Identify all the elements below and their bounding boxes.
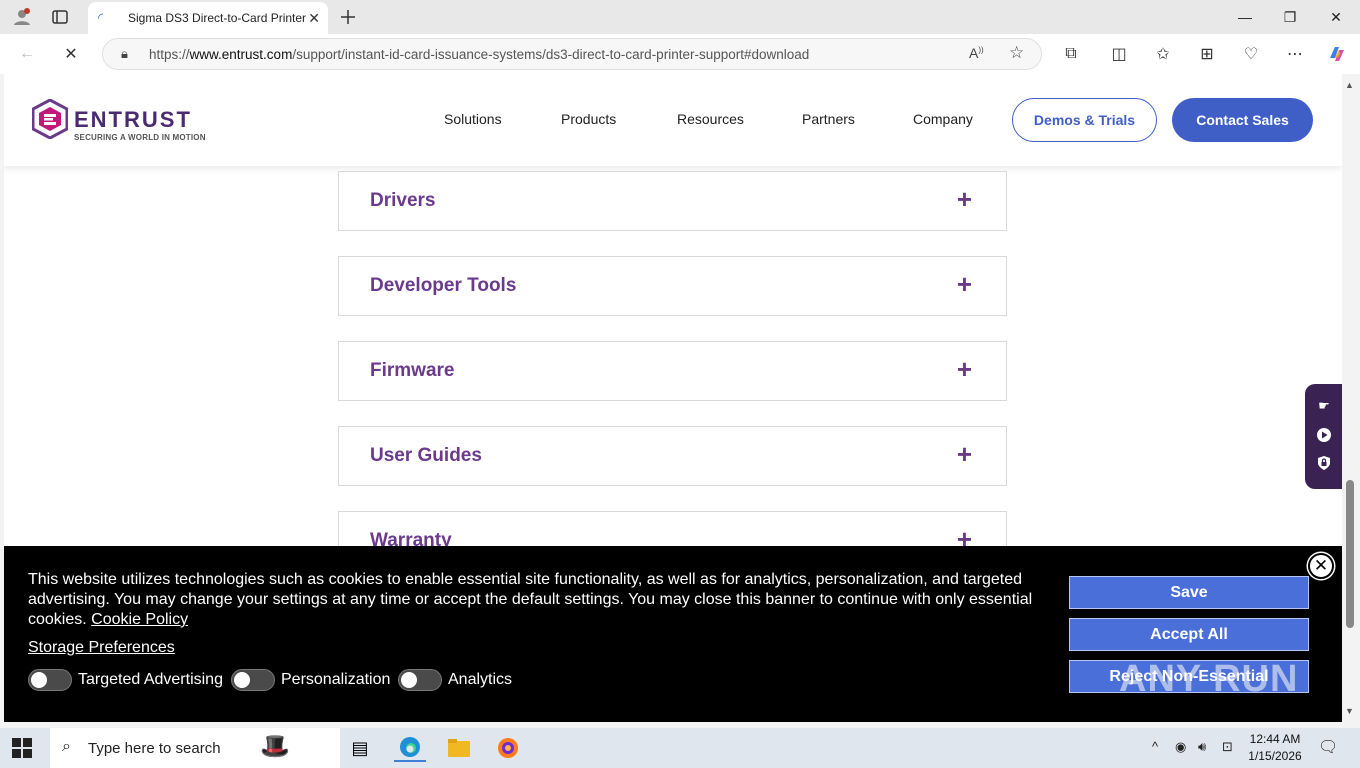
toggle-switch[interactable]: [28, 669, 72, 691]
hand-pointer-icon[interactable]: ☛: [1316, 398, 1332, 414]
scroll-up-icon[interactable]: ▲: [1345, 80, 1354, 90]
page-scrollbar[interactable]: ▲ ▼: [1342, 74, 1360, 722]
taskbar-search[interactable]: ⌕ Type here to search 🎩: [50, 728, 340, 768]
tab-actions-icon[interactable]: [46, 5, 74, 29]
clock-time: 12:44 AM: [1249, 732, 1301, 746]
demos-trials-button[interactable]: Demos & Trials: [1012, 98, 1157, 142]
shield-lock-icon[interactable]: [1316, 455, 1332, 471]
split-screen-icon[interactable]: ◫: [1104, 40, 1134, 68]
stop-loading-icon[interactable]: ✕: [56, 40, 86, 68]
toggle-label: Personalization: [281, 671, 391, 688]
accordion-label: User Guides: [370, 445, 482, 466]
collections-icon[interactable]: ⊞: [1192, 40, 1222, 68]
new-tab-icon[interactable]: [334, 5, 362, 29]
address-bar[interactable]: 🔒︎ https://www.entrust.com/support/insta…: [102, 38, 1042, 70]
browser-essentials-icon[interactable]: ♡: [1236, 40, 1266, 68]
lock-icon[interactable]: 🔒︎: [121, 46, 128, 62]
url-prefix: https://: [149, 46, 190, 62]
site-header: ENTRUST SECURING A WORLD IN MOTION Solut…: [4, 74, 1342, 166]
nav-products[interactable]: Products: [561, 111, 616, 127]
nav-solutions[interactable]: Solutions: [444, 111, 502, 127]
expand-plus-icon[interactable]: +: [957, 354, 972, 385]
url-path: /support/instant-id-card-issuance-system…: [292, 46, 810, 62]
edge-taskbar-icon[interactable]: [394, 734, 426, 762]
search-placeholder: Type here to search: [88, 739, 221, 757]
toggle-targeted-advertising[interactable]: Targeted Advertising: [28, 669, 223, 691]
search-highlight-icon: 🎩: [260, 733, 290, 760]
expand-plus-icon[interactable]: +: [957, 184, 972, 215]
windows-start-icon[interactable]: [12, 738, 32, 758]
toggle-label: Targeted Advertising: [78, 671, 223, 688]
nav-partners[interactable]: Partners: [802, 111, 855, 127]
accept-all-button[interactable]: Accept All: [1069, 618, 1309, 651]
windows-taskbar: ⌕ Type here to search 🎩 ▤ ^ ◉ 🔊︎ ⊡ 12:44…: [0, 728, 1360, 768]
nav-resources[interactable]: Resources: [677, 111, 744, 127]
accordion-label: Drivers: [370, 190, 436, 211]
entrust-logo-icon[interactable]: [32, 99, 68, 139]
restore-icon[interactable]: ❐: [1270, 4, 1310, 30]
profile-icon[interactable]: [8, 5, 36, 29]
window-close-icon[interactable]: ✕: [1316, 4, 1356, 30]
clock-date: 1/15/2026: [1248, 749, 1302, 763]
loading-favicon-icon: ◜: [98, 10, 104, 25]
notifications-icon[interactable]: 🗨︎: [1318, 737, 1338, 757]
anyrun-watermark: ANY RUN: [1119, 658, 1299, 700]
cookie-message: This website utilizes technologies such …: [28, 570, 1038, 630]
favorite-star-icon[interactable]: ☆: [1009, 43, 1024, 63]
firefox-icon[interactable]: [492, 734, 524, 762]
tab-active[interactable]: ◜ Sigma DS3 Direct-to-Card Printer ✕: [88, 2, 328, 34]
side-action-widget: ☛: [1305, 384, 1342, 489]
accordion-user-guides[interactable]: User Guides +: [338, 426, 1007, 486]
accordion-label: Developer Tools: [370, 275, 517, 296]
minimize-icon[interactable]: —: [1225, 4, 1265, 30]
volume-icon[interactable]: 🔊︎: [1198, 739, 1206, 755]
cookie-policy-link[interactable]: Cookie Policy: [91, 611, 188, 628]
toggle-analytics[interactable]: Analytics: [398, 669, 512, 691]
extensions-icon[interactable]: ⧉: [1056, 40, 1086, 68]
toggle-personalization[interactable]: Personalization: [231, 669, 390, 691]
expand-plus-icon[interactable]: +: [957, 439, 972, 470]
tray-chevron-icon[interactable]: ^: [1152, 739, 1158, 754]
cookie-banner: This website utilizes technologies such …: [4, 546, 1342, 722]
back-icon[interactable]: ←: [12, 40, 42, 68]
network-icon[interactable]: ⊡: [1222, 739, 1233, 755]
url-host: www.entrust.com: [189, 46, 293, 62]
favorites-icon[interactable]: ✩: [1148, 40, 1178, 68]
accordion-label: Firmware: [370, 360, 455, 381]
brand-tagline: SECURING A WORLD IN MOTION: [74, 133, 206, 142]
browser-toolbar: ← ✕ 🔒︎ https://www.entrust.com/support/i…: [0, 34, 1360, 74]
browser-tab-bar: ◜ Sigma DS3 Direct-to-Card Printer ✕ — ❐…: [0, 0, 1360, 34]
toggle-label: Analytics: [448, 671, 513, 688]
page-viewport: ENTRUST SECURING A WORLD IN MOTION Solut…: [4, 74, 1342, 722]
file-explorer-icon[interactable]: [443, 734, 475, 762]
scroll-thumb[interactable]: [1346, 480, 1354, 628]
storage-preferences-link[interactable]: Storage Preferences: [28, 639, 175, 657]
more-menu-icon[interactable]: ⋯: [1280, 40, 1310, 68]
accordion-drivers[interactable]: Drivers +: [338, 171, 1007, 231]
nav-company[interactable]: Company: [913, 111, 973, 127]
read-aloud-icon[interactable]: A)): [969, 45, 984, 61]
cookie-close-icon[interactable]: ✕: [1308, 553, 1334, 579]
scroll-down-icon[interactable]: ▼: [1345, 706, 1354, 716]
expand-plus-icon[interactable]: +: [957, 269, 972, 300]
toggle-switch[interactable]: [398, 669, 442, 691]
brand-name[interactable]: ENTRUST: [74, 107, 192, 133]
system-clock[interactable]: 12:44 AM 1/15/2026: [1246, 731, 1304, 765]
accordion-firmware[interactable]: Firmware +: [338, 341, 1007, 401]
copilot-icon[interactable]: [1322, 40, 1352, 68]
meet-icon[interactable]: ◉: [1175, 739, 1186, 755]
contact-sales-button[interactable]: Contact Sales: [1172, 98, 1313, 142]
play-icon[interactable]: [1316, 427, 1332, 443]
tab-title: Sigma DS3 Direct-to-Card Printer: [128, 11, 306, 25]
save-button[interactable]: Save: [1069, 576, 1309, 609]
task-view-icon[interactable]: ▤: [344, 734, 376, 762]
tab-close-icon[interactable]: ✕: [308, 10, 320, 27]
accordion-developer-tools[interactable]: Developer Tools +: [338, 256, 1007, 316]
search-icon: ⌕: [62, 738, 71, 755]
toggle-switch[interactable]: [231, 669, 275, 691]
